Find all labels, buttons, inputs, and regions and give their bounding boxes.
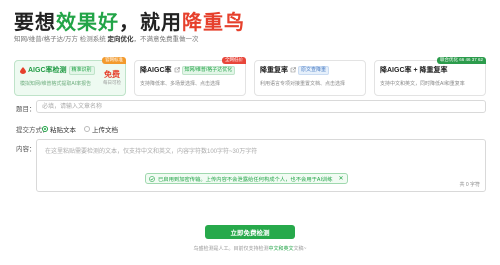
content-label: 内容：	[16, 146, 36, 153]
card-title: 降AIGC率 + 降重复率	[380, 67, 448, 74]
radio-upload-doc[interactable]: 上传文档	[84, 124, 118, 134]
drop-icon	[20, 66, 26, 74]
card-corner-badge: 联合优化 66 46 37 62	[436, 57, 486, 64]
card-desc: 支持中文和英文，同时降低AI和重复率	[380, 81, 465, 87]
card-tag: 原文查降重	[298, 65, 330, 75]
card-reduce-aigc[interactable]: 全网低价 降AIGC率 知网/维普/格子达优化 支持降低率、多场景选择、点击选择	[134, 57, 246, 96]
card-tag: 知网/维普/格子达优化	[181, 65, 236, 75]
card-corner-badge: 官网标准	[102, 57, 126, 64]
card-reduce-duplicate[interactable]: 降重复率 原文查降重 利用语言专项对接重置文档、点击选择	[254, 60, 366, 96]
submit-button[interactable]: 立即免费检测	[205, 225, 295, 239]
service-cards: 官网标准 AIGC率检测 精准识别 模拟知网/维普格式提取AI率报告 免费 每日…	[14, 57, 486, 96]
card-title: 降AIGC率	[140, 67, 172, 74]
title-label: 题目：	[16, 106, 36, 113]
card-combined[interactable]: 联合优化 66 46 37 62 降AIGC率 + 降重复率 支持中文和英文，同…	[374, 57, 486, 96]
external-link-icon	[174, 67, 180, 73]
card-title: 降重复率	[260, 67, 288, 74]
word-count: 共 0 字符	[459, 182, 480, 188]
radio-dot	[84, 126, 90, 132]
card-desc: 利用语言专项对接重置文档、点击选择	[260, 81, 346, 87]
check-circle-icon	[149, 175, 155, 182]
card-title: AIGC率检测	[28, 67, 67, 74]
hero-title: 要想效果好，就用降重鸟	[14, 12, 245, 34]
title-input[interactable]	[36, 100, 486, 113]
submit-method-group: 粘贴文本 上传文档	[42, 124, 118, 134]
close-icon[interactable]: ✕	[339, 175, 344, 182]
security-notice: 已启用到加密传输。上传内容不会泄露给任何构成个人，也不会用于AI训练 ✕	[145, 173, 348, 184]
footer-note: 鸟盛检测是人工。目前仅支持检测中文和英文文稿~	[193, 246, 307, 252]
content-textarea[interactable]: 在这里粘贴需要检测的文本，仅支持中文和英文，内容字符数100字符~30万字符 已…	[36, 139, 486, 192]
radio-paste-text[interactable]: 粘贴文本	[42, 124, 76, 134]
card-desc: 支持降低率、多场景选择、点击选择	[140, 81, 221, 87]
footer-link[interactable]: 中文和英文	[269, 246, 294, 252]
card-aigc-detect[interactable]: 官网标准 AIGC率检测 精准识别 模拟知网/维普格式提取AI率报告 免费 每日…	[14, 57, 126, 96]
card-tag: 精准识别	[68, 65, 95, 75]
hero-subtitle: 知网/维普/格子达/万方 检测系统 定向优化，不满意免费重做一次	[14, 36, 199, 43]
radio-dot	[42, 126, 48, 132]
external-link-icon	[290, 67, 296, 73]
free-badge: 免费 每日可检	[103, 70, 121, 85]
content-placeholder: 在这里粘贴需要检测的文本，仅支持中文和英文，内容字符数100字符~30万字符	[45, 149, 258, 155]
card-corner-badge: 全网低价	[222, 57, 246, 64]
